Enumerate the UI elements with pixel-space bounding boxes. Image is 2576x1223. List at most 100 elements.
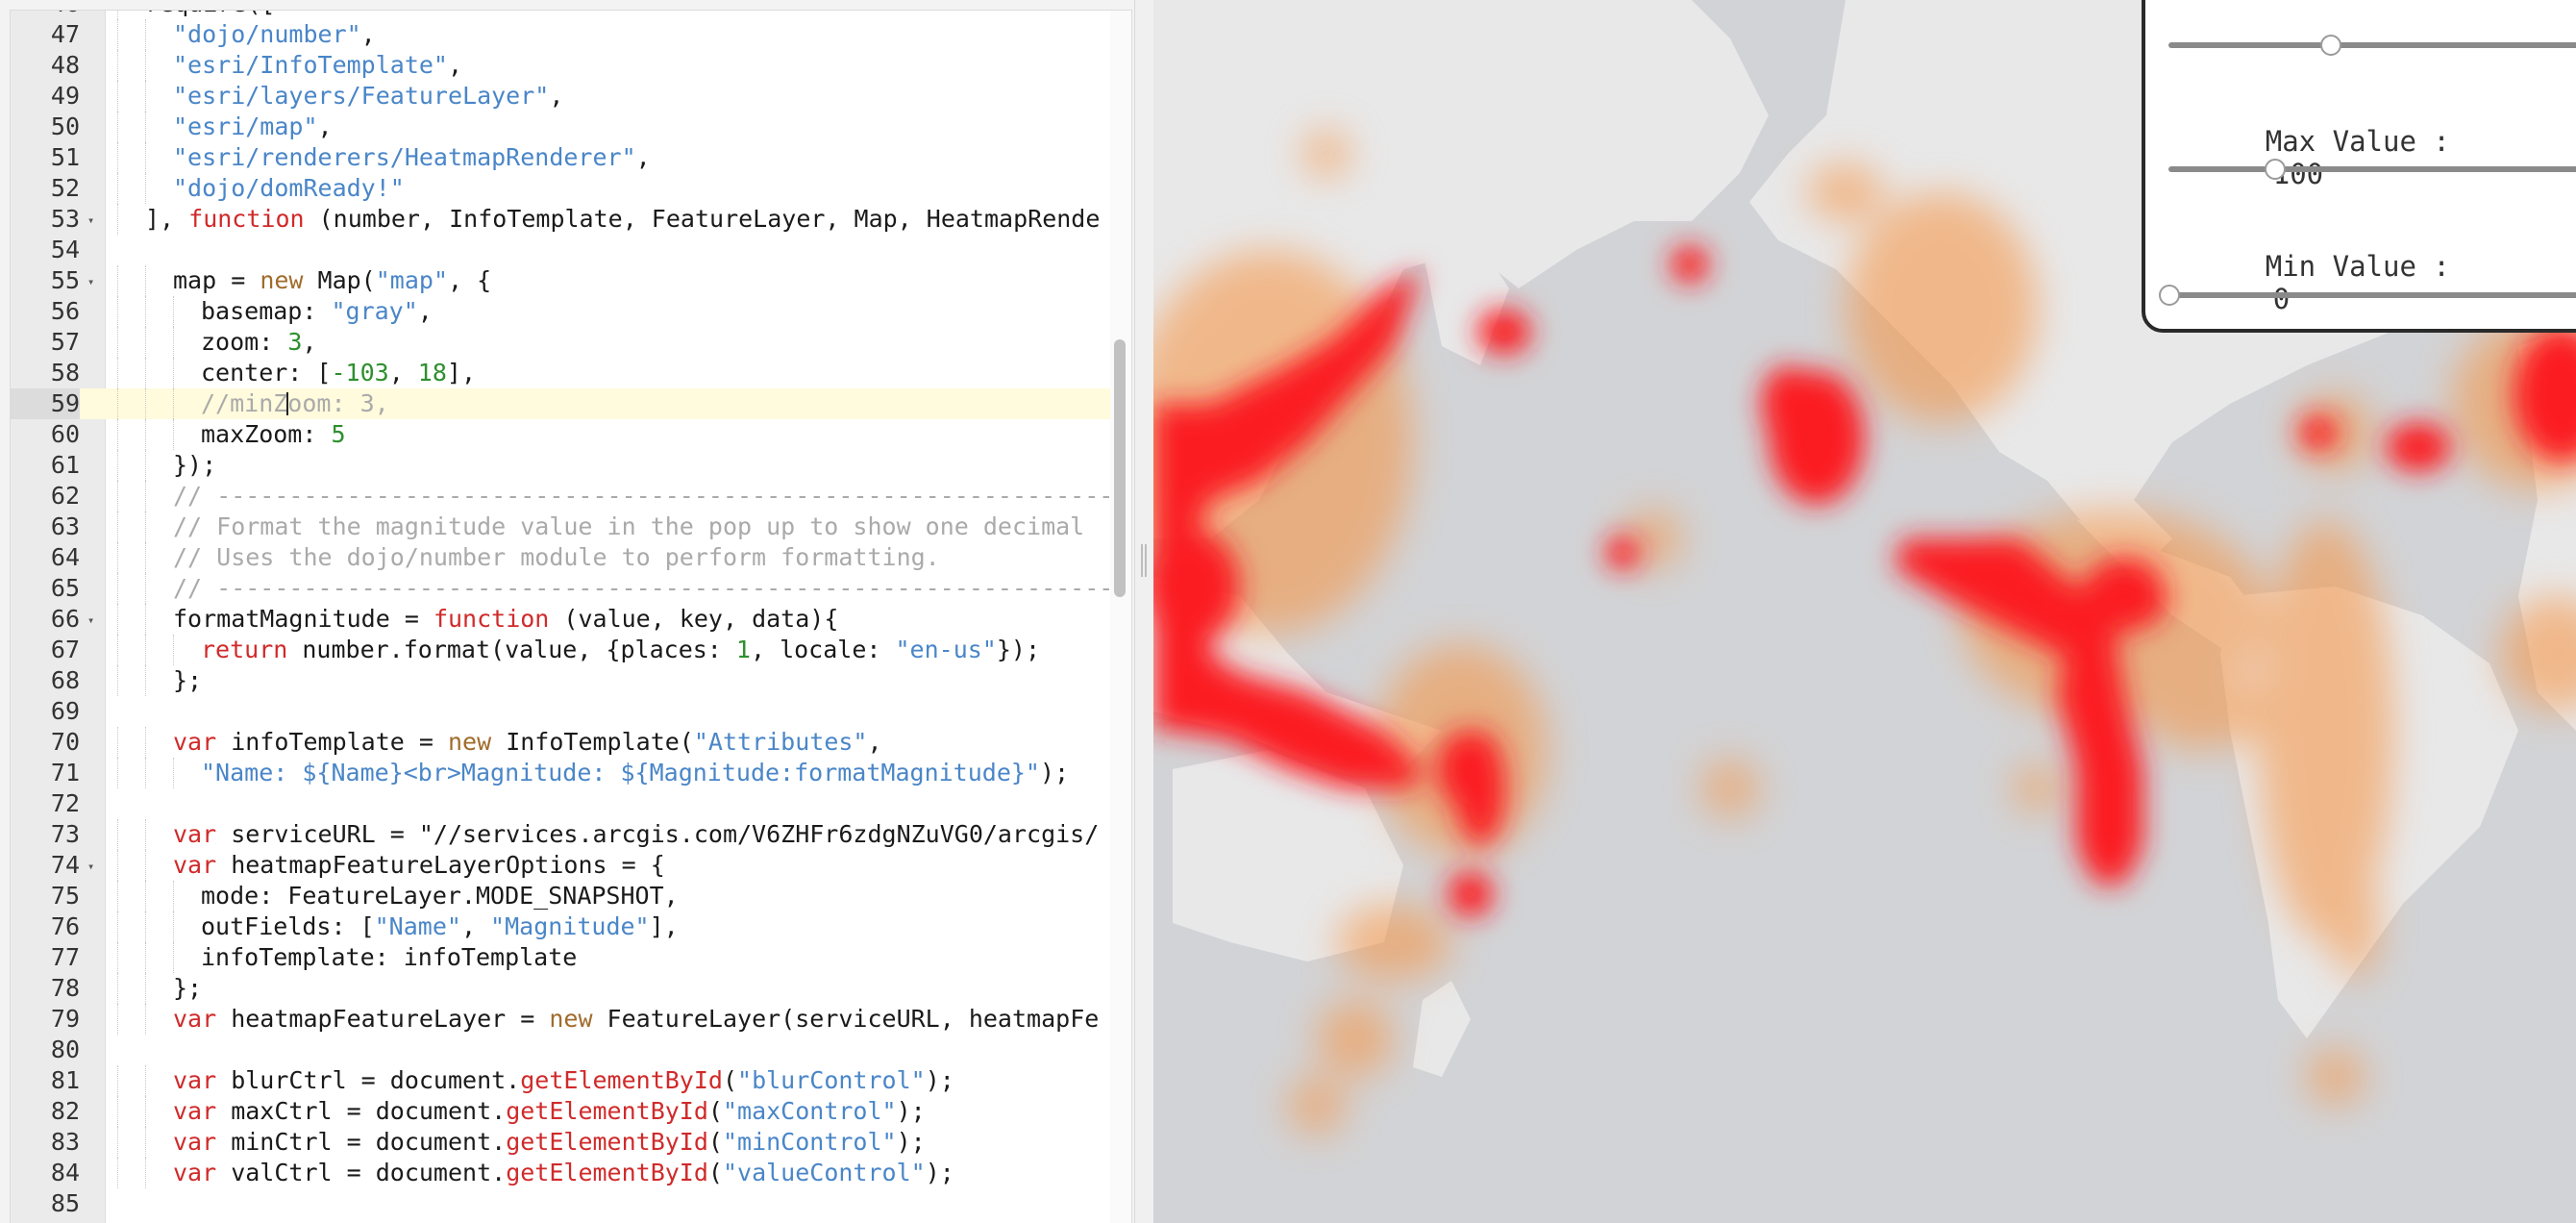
- code-text[interactable]: "dojo/domReady!": [173, 173, 405, 204]
- max-slider-thumb[interactable]: [2265, 159, 2286, 180]
- code-text[interactable]: var serviceURL = "//services.arcgis.com/…: [173, 819, 1099, 850]
- code-line[interactable]: 81 var blurCtrl = document.getElementById…: [11, 1065, 1131, 1096]
- splitter-grip-icon[interactable]: [1141, 544, 1147, 577]
- code-panel[interactable]: 46 require([47 "dojo/number", 48 "esri/InfoT…: [10, 10, 1132, 1223]
- code-line[interactable]: 84 var valCtrl = document.getElementById(…: [11, 1158, 1131, 1188]
- code-line[interactable]: 53 ▾], function (number, InfoTemplate, Fe…: [11, 204, 1131, 235]
- code-line[interactable]: 56 basemap: "gray",: [11, 296, 1131, 327]
- code-text[interactable]: });: [173, 450, 216, 481]
- code-line[interactable]: 77 infoTemplate: infoTemplate: [11, 942, 1131, 973]
- code-text[interactable]: "esri/layers/FeatureLayer",: [173, 81, 563, 112]
- code-line[interactable]: 70 var infoTemplate = new InfoTemplate("A…: [11, 727, 1131, 758]
- editor-scrollbar[interactable]: [1110, 11, 1131, 1223]
- code-line[interactable]: 79 var heatmapFeatureLayer = new FeatureL…: [11, 1004, 1131, 1035]
- code-editor[interactable]: 46 require([47 "dojo/number", 48 "esri/InfoT…: [0, 0, 1153, 1223]
- code-text[interactable]: "Name: ${Name}<br>Magnitude: ${Magnitude…: [201, 758, 1069, 788]
- code-text[interactable]: };: [173, 973, 202, 1004]
- code-line[interactable]: 47 "dojo/number",: [11, 19, 1131, 50]
- code-line[interactable]: 83 var minCtrl = document.getElementById(…: [11, 1127, 1131, 1158]
- line-number: 54: [50, 236, 80, 263]
- code-text[interactable]: mode: FeatureLayer.MODE_SNAPSHOT,: [201, 881, 679, 911]
- code-line[interactable]: 74 ▾ var heatmapFeatureLayerOptions = {: [11, 850, 1131, 881]
- code-text[interactable]: infoTemplate: infoTemplate: [201, 942, 577, 973]
- code-text[interactable]: };: [173, 665, 202, 696]
- code-text[interactable]: require([: [145, 11, 275, 19]
- code-line[interactable]: 66 ▾ formatMagnitude = function (value, ke…: [11, 604, 1131, 635]
- code-line[interactable]: 71 "Name: ${Name}<br>Magnitude: ${Magnitu…: [11, 758, 1131, 788]
- code-line[interactable]: 52 "dojo/domReady!": [11, 173, 1131, 204]
- code-line[interactable]: 48 "esri/InfoTemplate",: [11, 50, 1131, 81]
- code-text[interactable]: return number.format(value, {places: 1, …: [201, 635, 1040, 665]
- code-text[interactable]: zoom: 3,: [201, 327, 316, 358]
- code-line[interactable]: 82 var maxCtrl = document.getElementById(…: [11, 1096, 1131, 1127]
- code-text[interactable]: map = new Map("map", {: [173, 265, 491, 296]
- heatmap-control-panel[interactable]: Max Value : 100 Min Value : 0: [2142, 0, 2576, 333]
- code-line[interactable]: 60 maxZoom: 5: [11, 419, 1131, 450]
- code-line[interactable]: 75 mode: FeatureLayer.MODE_SNAPSHOT,: [11, 881, 1131, 911]
- code-line[interactable]: 50 "esri/map",: [11, 112, 1131, 142]
- blur-slider-thumb[interactable]: [2320, 35, 2341, 56]
- code-line[interactable]: 67 return number.format(value, {places: 1…: [11, 635, 1131, 665]
- code-text[interactable]: var valCtrl = document.getElementById("v…: [173, 1158, 954, 1188]
- indent-guide: [145, 881, 146, 911]
- code-line[interactable]: 78};: [11, 973, 1131, 1004]
- code-line[interactable]: 54: [11, 235, 1131, 265]
- min-slider-track[interactable]: [2168, 292, 2576, 298]
- fold-arrow-icon[interactable]: ▾: [87, 604, 99, 635]
- code-text[interactable]: var heatmapFeatureLayerOptions = {: [173, 850, 665, 881]
- code-line[interactable]: 65 // -----------------------------------…: [11, 573, 1131, 604]
- code-text[interactable]: var heatmapFeatureLayer = new FeatureLay…: [173, 1004, 1099, 1035]
- code-line[interactable]: 55 ▾ map = new Map("map", {: [11, 265, 1131, 296]
- code-text[interactable]: formatMagnitude = function (value, key, …: [173, 604, 838, 635]
- code-line[interactable]: 73 var serviceURL = "//services.arcgis.co…: [11, 819, 1131, 850]
- code-text[interactable]: // Uses the dojo/number module to perfor…: [173, 542, 940, 573]
- map-view[interactable]: Max Value : 100 Min Value : 0: [1153, 0, 2576, 1223]
- fold-arrow-icon[interactable]: ▾: [87, 265, 99, 296]
- editor-scrollbar-thumb[interactable]: [1114, 339, 1126, 597]
- code-line[interactable]: 69: [11, 696, 1131, 727]
- code-text[interactable]: maxZoom: 5: [201, 419, 346, 450]
- code-text[interactable]: //minZoom: 3,: [201, 388, 389, 419]
- indent-guide: [173, 296, 174, 327]
- code-line[interactable]: 46 require([: [11, 11, 1131, 19]
- code-line[interactable]: 76 outFields: ["Name", "Magnitude"],: [11, 911, 1131, 942]
- indent-guide: [145, 1004, 146, 1035]
- code-line[interactable]: 85: [11, 1188, 1131, 1219]
- fold-arrow-icon[interactable]: ▾: [87, 204, 99, 235]
- code-line[interactable]: 59 //minZoom: 3,: [11, 388, 1131, 419]
- code-text[interactable]: "esri/map",: [173, 112, 333, 142]
- code-text[interactable]: var infoTemplate = new InfoTemplate("Att…: [173, 727, 882, 758]
- code-line[interactable]: 57 zoom: 3,: [11, 327, 1131, 358]
- min-slider-thumb[interactable]: [2159, 285, 2180, 306]
- code-line[interactable]: 68};: [11, 665, 1131, 696]
- code-text[interactable]: var minCtrl = document.getElementById("m…: [173, 1127, 926, 1158]
- line-number: 83: [50, 1128, 80, 1156]
- code-line[interactable]: 51 "esri/renderers/HeatmapRenderer",: [11, 142, 1131, 173]
- blur-slider-track[interactable]: [2168, 42, 2576, 48]
- code-text[interactable]: // -------------------------------------…: [173, 573, 1131, 604]
- code-line[interactable]: 80: [11, 1035, 1131, 1065]
- code-text[interactable]: // Format the magnitude value in the pop…: [173, 512, 1084, 542]
- code-lines[interactable]: 46 require([47 "dojo/number", 48 "esri/InfoT…: [11, 11, 1131, 1219]
- code-line[interactable]: 63 // Format the magnitude value in the p…: [11, 512, 1131, 542]
- code-line[interactable]: 61});: [11, 450, 1131, 481]
- code-text[interactable]: basemap: "gray",: [201, 296, 433, 327]
- max-slider-track[interactable]: [2168, 166, 2576, 172]
- code-text[interactable]: "esri/InfoTemplate",: [173, 50, 462, 81]
- code-text[interactable]: "dojo/number",: [173, 19, 376, 50]
- code-line[interactable]: 58 center: [-103, 18],: [11, 358, 1131, 388]
- code-text[interactable]: // -------------------------------------…: [173, 481, 1131, 512]
- code-text[interactable]: ], function (number, InfoTemplate, Featu…: [145, 204, 1100, 235]
- code-text[interactable]: center: [-103, 18],: [201, 358, 476, 388]
- code-line[interactable]: 64 // Uses the dojo/number module to perf…: [11, 542, 1131, 573]
- code-line[interactable]: 49 "esri/layers/FeatureLayer",: [11, 81, 1131, 112]
- code-text[interactable]: var blurCtrl = document.getElementById("…: [173, 1065, 954, 1096]
- fold-arrow-icon[interactable]: ▾: [87, 850, 99, 881]
- code-line[interactable]: 62 // -----------------------------------…: [11, 481, 1131, 512]
- indent-guide: [173, 635, 174, 665]
- code-line[interactable]: 72: [11, 788, 1131, 819]
- code-text[interactable]: "esri/renderers/HeatmapRenderer",: [173, 142, 651, 173]
- pane-splitter[interactable]: [1134, 0, 1153, 1223]
- code-text[interactable]: outFields: ["Name", "Magnitude"],: [201, 911, 679, 942]
- code-text[interactable]: var maxCtrl = document.getElementById("m…: [173, 1096, 926, 1127]
